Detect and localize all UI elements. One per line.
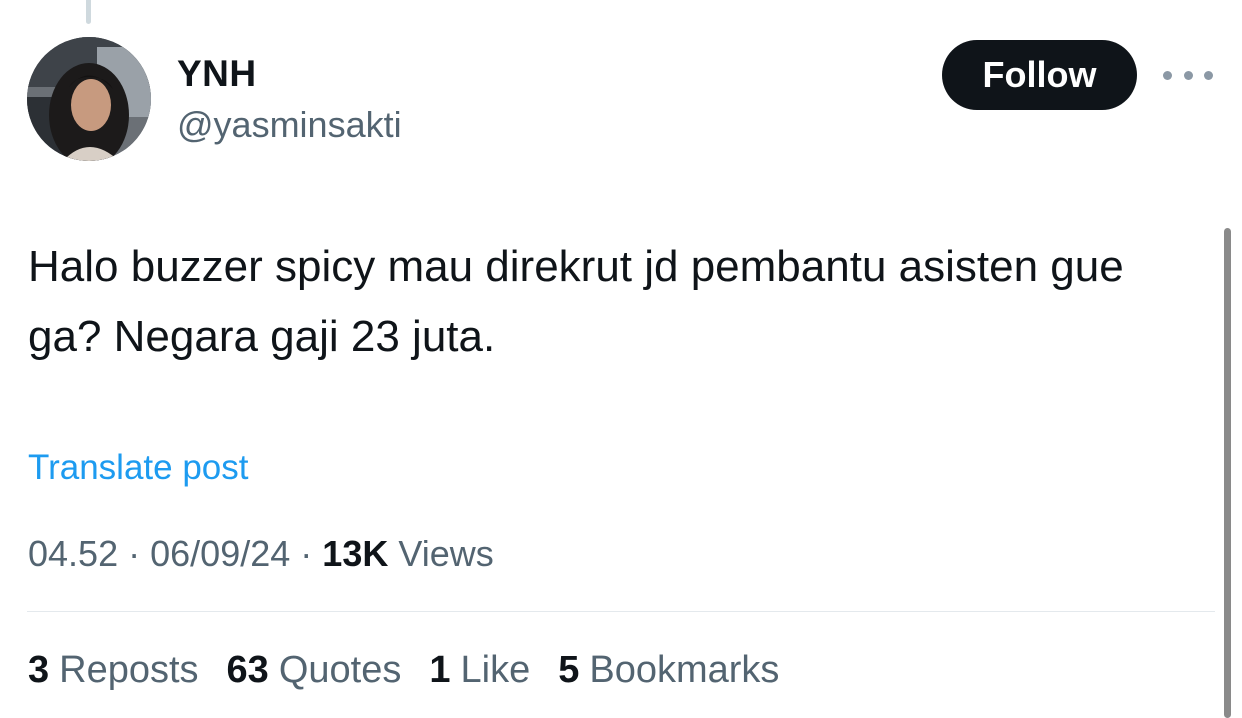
views-count: 13K bbox=[322, 533, 389, 574]
divider bbox=[27, 611, 1215, 612]
likes-count: 1 bbox=[429, 649, 451, 691]
bookmarks-count: 5 bbox=[558, 649, 580, 691]
reposts-label: Reposts bbox=[59, 649, 199, 691]
author-display-name[interactable]: YNH bbox=[177, 52, 257, 96]
post-time[interactable]: 04.52 bbox=[28, 533, 118, 574]
quotes-stat[interactable]: 63 Quotes bbox=[227, 647, 402, 693]
dot-icon bbox=[1183, 70, 1193, 80]
profile-photo-icon bbox=[27, 37, 151, 161]
author-handle[interactable]: @yasminsakti bbox=[177, 103, 402, 147]
thread-connector-line bbox=[86, 0, 91, 24]
dot-icon bbox=[1163, 70, 1172, 80]
dot-icon bbox=[1204, 70, 1213, 80]
reposts-count: 3 bbox=[28, 649, 50, 691]
bookmarks-label: Bookmarks bbox=[589, 649, 780, 691]
views-label: Views bbox=[398, 533, 494, 574]
more-options-icon[interactable] bbox=[1163, 60, 1213, 90]
likes-stat[interactable]: 1 Like bbox=[429, 647, 530, 693]
quotes-count: 63 bbox=[226, 649, 269, 691]
bookmarks-stat[interactable]: 5 Bookmarks bbox=[558, 647, 779, 693]
post-meta: 04.52 · 06/09/24 · 13K Views bbox=[28, 532, 494, 576]
meta-separator: · bbox=[128, 533, 141, 574]
likes-label: Like bbox=[460, 649, 531, 691]
meta-separator: · bbox=[300, 533, 313, 574]
translate-post-link[interactable]: Translate post bbox=[28, 446, 248, 490]
engagement-stats: 3 Reposts 63 Quotes 1 Like 5 Bookmarks bbox=[28, 647, 807, 693]
quotes-label: Quotes bbox=[278, 649, 402, 691]
reposts-stat[interactable]: 3 Reposts bbox=[28, 647, 199, 693]
follow-button[interactable]: Follow bbox=[942, 40, 1137, 110]
post-text: Halo buzzer spicy mau direkrut jd pemban… bbox=[28, 242, 1124, 361]
post-date[interactable]: 06/09/24 bbox=[150, 533, 290, 574]
avatar[interactable] bbox=[27, 37, 151, 161]
scrollbar[interactable] bbox=[1224, 228, 1231, 718]
